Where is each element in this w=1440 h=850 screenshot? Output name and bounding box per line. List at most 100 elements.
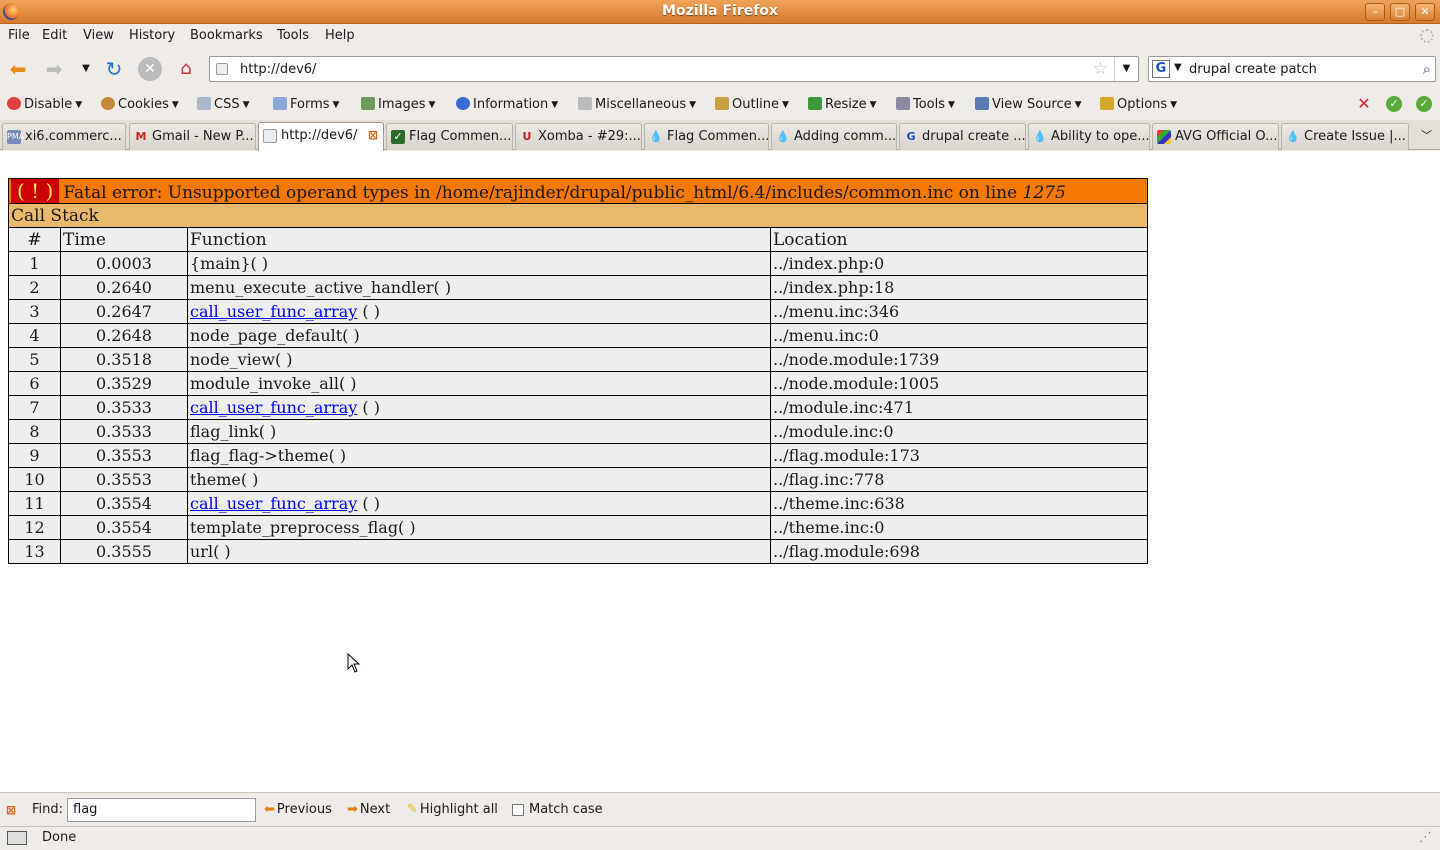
highlighter-icon: ✎ xyxy=(407,802,418,817)
dev-disable-menu[interactable]: Disable ▼ xyxy=(7,97,82,112)
tab-ability-to-open[interactable]: 💧 Ability to ope... xyxy=(1028,123,1150,150)
drupal-icon: 💧 xyxy=(649,130,663,143)
tab-xi6-commerce[interactable]: PMA xi6.commerc... xyxy=(2,123,126,150)
tab-adding-comments[interactable]: 💧 Adding comm... xyxy=(771,123,897,150)
find-next-button[interactable]: ➡ Next xyxy=(347,802,390,817)
close-window-button[interactable]: ✕ xyxy=(1415,3,1435,21)
page-icon xyxy=(263,129,277,143)
tab-create-issue[interactable]: 💧 Create Issue |... xyxy=(1281,123,1409,150)
cell-function: node_view( ) xyxy=(187,347,771,372)
js-ok-icon[interactable]: ✓ xyxy=(1386,96,1402,112)
menu-edit[interactable]: Edit xyxy=(42,28,67,43)
dev-options-menu[interactable]: Options ▼ xyxy=(1100,97,1177,112)
arrow-right-icon: ➡ xyxy=(347,802,358,817)
tab-close-icon[interactable]: ⊠ xyxy=(368,128,378,142)
site-identity-icon[interactable] xyxy=(216,63,228,75)
cell-time: 0.2647 xyxy=(60,299,188,324)
cell-location: ../flag.inc:778 xyxy=(770,467,1148,492)
function-link[interactable]: call_user_func_array xyxy=(190,398,357,417)
css-error-icon[interactable]: ✕ xyxy=(1356,96,1372,112)
dev-images-menu[interactable]: Images ▼ xyxy=(361,97,435,112)
back-icon[interactable]: ⬅ xyxy=(6,57,30,81)
dev-tools-menu[interactable]: Tools ▼ xyxy=(896,97,955,112)
url-bar[interactable]: http://dev6/ ☆ ▼ xyxy=(209,56,1139,82)
search-icon[interactable]: ⌕ xyxy=(1423,60,1431,78)
function-link[interactable]: call_user_func_array xyxy=(190,494,357,513)
match-case-label[interactable]: Match case xyxy=(529,802,603,817)
cell-function: call_user_func_array ( ) xyxy=(187,395,771,420)
tab-list-chevron-down-icon[interactable]: ﹀ xyxy=(1421,127,1432,143)
cell-function: flag_flag->theme( ) xyxy=(187,443,771,468)
table-row: 12 0.3554 template_preprocess_flag( ) ../th… xyxy=(8,515,1148,540)
tools-icon xyxy=(896,97,910,110)
search-engine-selector[interactable]: G ▼ xyxy=(1152,60,1184,78)
dev-resize-menu[interactable]: Resize ▼ xyxy=(808,97,877,112)
function-link[interactable]: call_user_func_array xyxy=(190,302,357,321)
stop-icon[interactable]: ✕ xyxy=(138,57,162,81)
home-icon[interactable]: ⌂ xyxy=(174,57,198,81)
tab-flag-comments-2[interactable]: 💧 Flag Commen... xyxy=(644,123,769,150)
cell-location: ../index.php:18 xyxy=(770,275,1148,300)
check-icon: ✓ xyxy=(391,130,405,144)
cell-location: ../menu.inc:346 xyxy=(770,299,1148,324)
resize-grip-icon[interactable]: ⋰ xyxy=(1419,830,1432,845)
cell-function: call_user_func_array ( ) xyxy=(187,299,771,324)
dev-view-source-menu[interactable]: View Source ▼ xyxy=(975,97,1082,112)
window-titlebar: Mozilla Firefox – □ ✕ xyxy=(0,0,1440,24)
cell-location: ../module.inc:0 xyxy=(770,419,1148,444)
google-icon: G xyxy=(1152,60,1170,78)
forms-icon xyxy=(273,97,287,110)
cell-time: 0.2640 xyxy=(60,275,188,300)
tab-avg[interactable]: AVG Official O... xyxy=(1152,123,1279,150)
menu-file[interactable]: File xyxy=(8,28,30,43)
tab-dev6[interactable]: http://dev6/ ⊠ xyxy=(258,122,384,151)
cell-time: 0.3554 xyxy=(60,515,188,540)
arrow-left-icon: ⬅ xyxy=(264,802,275,817)
match-case-checkbox[interactable] xyxy=(512,804,524,816)
cell-num: 6 xyxy=(8,371,61,396)
menu-bookmarks[interactable]: Bookmarks xyxy=(190,28,263,43)
cell-time: 0.3555 xyxy=(60,539,188,564)
dev-miscellaneous-menu[interactable]: Miscellaneous ▼ xyxy=(578,97,696,112)
drupal-icon: 💧 xyxy=(1033,130,1047,143)
dev-information-menu[interactable]: Information ▼ xyxy=(456,97,558,112)
history-dropdown-icon[interactable]: ▼ xyxy=(74,57,98,81)
find-close-icon[interactable]: ⊠ xyxy=(6,803,16,817)
cell-function: module_invoke_all( ) xyxy=(187,371,771,396)
cell-num: 9 xyxy=(8,443,61,468)
cell-function: theme( ) xyxy=(187,467,771,492)
tab-flag-comments-1[interactable]: ✓ Flag Commen... xyxy=(386,123,513,150)
minimize-button[interactable]: – xyxy=(1365,3,1385,21)
reload-icon[interactable]: ↻ xyxy=(102,57,126,81)
menu-tools[interactable]: Tools xyxy=(277,28,309,43)
dev-cookies-menu[interactable]: Cookies ▼ xyxy=(101,97,179,112)
google-icon: G xyxy=(906,130,916,143)
find-previous-button[interactable]: ⬅ Previous xyxy=(264,802,332,817)
dev-outline-menu[interactable]: Outline ▼ xyxy=(715,97,789,112)
url-text[interactable]: http://dev6/ xyxy=(240,62,316,77)
search-input[interactable]: drupal create patch xyxy=(1189,62,1317,77)
cell-function: template_preprocess_flag( ) xyxy=(187,515,771,540)
highlight-all-button[interactable]: ✎ Highlight all xyxy=(407,802,498,817)
cell-function: menu_execute_active_handler( ) xyxy=(187,275,771,300)
tab-drupal-create[interactable]: G drupal create ... xyxy=(899,123,1026,150)
render-mode-ok-icon[interactable]: ✓ xyxy=(1416,96,1432,112)
cell-location: ../menu.inc:0 xyxy=(770,323,1148,348)
function-args: ( ) xyxy=(357,398,380,417)
search-bar[interactable]: G ▼ drupal create patch ⌕ xyxy=(1148,56,1436,82)
dev-forms-menu[interactable]: Forms ▼ xyxy=(273,97,339,112)
cell-num: 10 xyxy=(8,467,61,492)
maximize-button[interactable]: □ xyxy=(1390,3,1410,21)
bookmark-star-icon[interactable]: ☆ xyxy=(1093,59,1108,79)
tab-xomba[interactable]: U Xomba - #29:... xyxy=(515,123,642,150)
forward-icon[interactable]: ➡ xyxy=(42,57,66,81)
find-input[interactable]: flag xyxy=(67,798,256,822)
menu-view[interactable]: View xyxy=(83,28,114,43)
dev-css-menu[interactable]: CSS ▼ xyxy=(197,97,250,112)
tab-gmail[interactable]: M Gmail - New P... xyxy=(129,123,256,150)
menu-help[interactable]: Help xyxy=(325,28,355,43)
cell-time: 0.0003 xyxy=(60,251,188,276)
url-dropdown-icon[interactable]: ▼ xyxy=(1114,57,1138,81)
menu-history[interactable]: History xyxy=(129,28,175,43)
miscellaneous-icon xyxy=(578,97,592,110)
